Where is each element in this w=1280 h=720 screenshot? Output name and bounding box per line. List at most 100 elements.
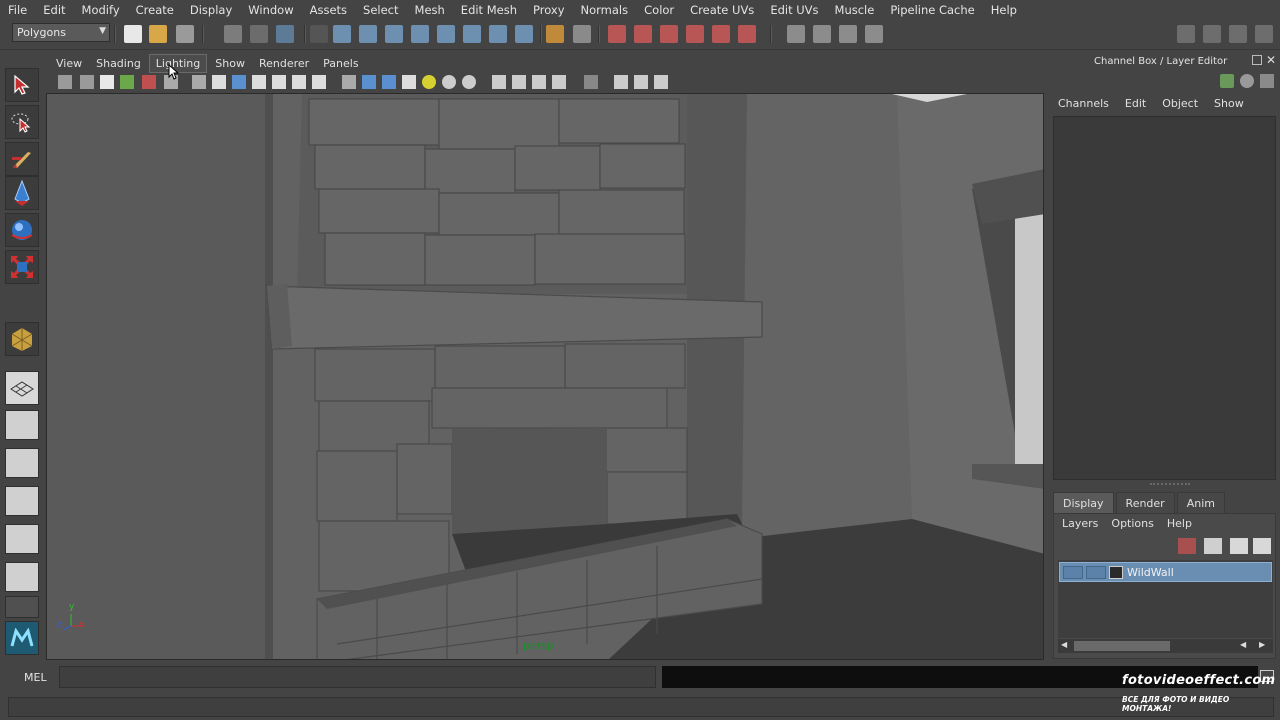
manipulator-icon[interactable] [1220, 74, 1234, 88]
question-icon[interactable] [515, 25, 533, 43]
panel-splitter[interactable] [1150, 483, 1190, 487]
scroll-right-end-icon[interactable]: ▶ [1259, 640, 1265, 649]
layer-horizontal-scrollbar[interactable]: ◀ ◀ ▶ [1058, 639, 1273, 653]
snap-surface-icon[interactable] [463, 25, 481, 43]
tool-settings-icon[interactable] [865, 25, 883, 43]
panel-menu-view[interactable]: View [50, 55, 88, 72]
layer-type-toggle[interactable] [1086, 566, 1106, 579]
history-icon[interactable] [489, 25, 507, 43]
xray-joints-icon[interactable] [492, 75, 506, 89]
render-frame-icon[interactable] [608, 25, 626, 43]
mental-ray-icon[interactable] [738, 25, 756, 43]
select-camera-icon[interactable] [58, 75, 72, 89]
last-used-tool-button[interactable] [5, 322, 39, 356]
menu-mesh[interactable]: Mesh [407, 3, 453, 17]
select-object-icon[interactable] [250, 25, 268, 43]
2d-pan-zoom-icon[interactable] [142, 75, 156, 89]
use-all-lights-icon[interactable] [422, 75, 436, 89]
snap-curve-icon[interactable] [359, 25, 377, 43]
channel-box-toggle-icon[interactable] [1255, 25, 1273, 43]
menu-normals[interactable]: Normals [573, 3, 637, 17]
field-chart-icon[interactable] [272, 75, 286, 89]
sidebar-toggle-icon[interactable] [813, 25, 831, 43]
input-line-icon[interactable] [787, 25, 805, 43]
move-tool-button[interactable] [5, 176, 39, 210]
camera-attributes-icon[interactable] [80, 75, 94, 89]
ipr-render-icon[interactable] [634, 25, 652, 43]
menu-color[interactable]: Color [636, 3, 682, 17]
perspective-viewport[interactable]: y x z persp [46, 93, 1044, 660]
scale-tool-button[interactable] [5, 250, 39, 284]
new-layer-selected-icon[interactable] [1253, 538, 1271, 554]
backface-culling-icon[interactable] [532, 75, 546, 89]
layout-toggle-icon[interactable] [1177, 25, 1195, 43]
attribute-editor-toggle-icon[interactable] [1203, 25, 1221, 43]
persp-outliner-layout-button[interactable] [5, 448, 39, 478]
render-view-icon[interactable] [712, 25, 730, 43]
frame-all-icon[interactable] [634, 75, 648, 89]
float-panel-icon[interactable] [1252, 55, 1262, 65]
move-layer-icon[interactable] [1178, 538, 1196, 554]
shadows-icon[interactable] [442, 75, 456, 89]
lasso-tool-button[interactable] [5, 105, 39, 139]
menu-modify[interactable]: Modify [74, 3, 128, 17]
persp-graph-layout-button[interactable] [5, 486, 39, 516]
select-tool-button[interactable] [5, 68, 39, 102]
resolution-gate-icon[interactable] [232, 75, 246, 89]
layer-menu-layers[interactable]: Layers [1062, 517, 1098, 530]
menu-muscle[interactable]: Muscle [827, 3, 883, 17]
lock-icon[interactable] [546, 25, 564, 43]
layer-row[interactable]: WildWall [1059, 562, 1272, 582]
layers-stack-icon[interactable] [1204, 538, 1222, 554]
tab-render[interactable]: Render [1115, 492, 1175, 514]
speed-icon[interactable] [1240, 74, 1254, 88]
grid-icon[interactable] [192, 75, 206, 89]
history-toggle-icon[interactable] [573, 25, 591, 43]
tab-display[interactable]: Display [1053, 492, 1114, 514]
hud-icon[interactable] [614, 75, 628, 89]
mel-label[interactable]: MEL [24, 671, 47, 684]
menu-edit-uvs[interactable]: Edit UVs [762, 3, 826, 17]
menu-set-dropdown[interactable]: Polygons ▼ [12, 23, 110, 42]
save-scene-icon[interactable] [176, 25, 194, 43]
snap-view-plane-icon[interactable] [411, 25, 429, 43]
channel-box-area[interactable] [1053, 116, 1276, 480]
xray-icon[interactable] [462, 75, 476, 89]
menu-help[interactable]: Help [983, 3, 1025, 17]
layer-menu-options[interactable]: Options [1111, 517, 1153, 530]
channel-box-menu-show[interactable]: Show [1214, 97, 1244, 110]
menu-create-uvs[interactable]: Create UVs [682, 3, 762, 17]
four-view-layout-button[interactable] [5, 410, 39, 440]
open-scene-icon[interactable] [149, 25, 167, 43]
layer-menu-help[interactable]: Help [1167, 517, 1192, 530]
hyper-icon[interactable] [1260, 74, 1274, 88]
menu-file[interactable]: File [0, 3, 35, 17]
more-layouts-button[interactable] [5, 596, 39, 618]
snap-point-icon[interactable] [385, 25, 403, 43]
textured-icon[interactable] [402, 75, 416, 89]
scroll-thumb[interactable] [1074, 641, 1170, 651]
attribute-editor-icon[interactable] [839, 25, 857, 43]
scroll-right-icon[interactable]: ◀ [1240, 640, 1246, 649]
menu-create[interactable]: Create [128, 3, 182, 17]
hypershade-layout-button[interactable] [5, 524, 39, 554]
wireframe-icon[interactable] [342, 75, 356, 89]
render-settings-icon[interactable] [660, 25, 678, 43]
xray-components-icon[interactable] [512, 75, 526, 89]
new-scene-icon[interactable] [124, 25, 142, 43]
hypershade-icon[interactable] [686, 25, 704, 43]
new-empty-layer-icon[interactable] [1230, 538, 1248, 554]
safe-action-icon[interactable] [292, 75, 306, 89]
scroll-left-icon[interactable]: ◀ [1061, 640, 1067, 649]
menu-window[interactable]: Window [240, 3, 301, 17]
channel-box-menu-edit[interactable]: Edit [1125, 97, 1146, 110]
snap-live-icon[interactable] [437, 25, 455, 43]
menu-display[interactable]: Display [182, 3, 240, 17]
menu-edit[interactable]: Edit [35, 3, 73, 17]
smooth-wireframe-icon[interactable] [552, 75, 566, 89]
layer-color-swatch[interactable] [1109, 566, 1123, 579]
bookmark-icon[interactable] [100, 75, 114, 89]
tab-anim[interactable]: Anim [1176, 492, 1225, 514]
menu-select[interactable]: Select [355, 3, 406, 17]
safe-title-icon[interactable] [312, 75, 326, 89]
